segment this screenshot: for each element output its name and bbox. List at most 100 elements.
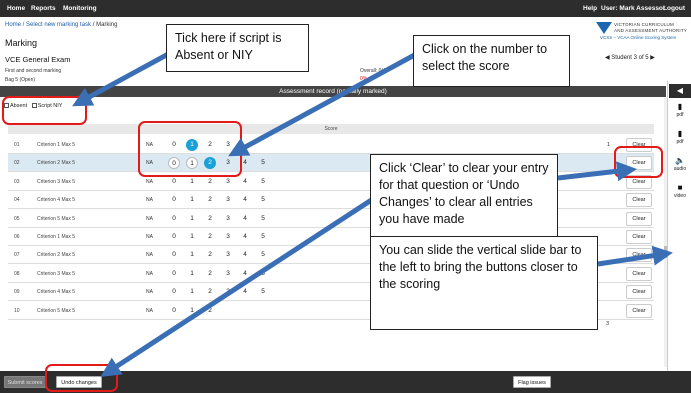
score-option[interactable]: 5 bbox=[257, 249, 269, 261]
nav-reports[interactable]: Reports bbox=[31, 5, 56, 12]
score-highlight bbox=[138, 121, 242, 177]
score-option[interactable]: 0 bbox=[168, 249, 180, 261]
callout-slide: You can slide the vertical slide bar to … bbox=[370, 236, 598, 330]
score-option[interactable]: 1 bbox=[186, 194, 198, 206]
pdf-link-1[interactable]: ▮ pdf bbox=[668, 102, 691, 118]
score-option[interactable]: 4 bbox=[239, 176, 251, 188]
score-option[interactable]: 5 bbox=[257, 286, 269, 298]
callout-absent: Tick here if script is Absent or NIY bbox=[166, 24, 309, 72]
clear-button[interactable]: Clear bbox=[626, 193, 652, 208]
score-option[interactable]: 3 bbox=[222, 268, 234, 280]
score-option[interactable]: 2 bbox=[204, 249, 216, 261]
score-option[interactable]: 5 bbox=[257, 268, 269, 280]
video-label: video bbox=[674, 193, 686, 199]
score-option[interactable]: 4 bbox=[239, 249, 251, 261]
clear-button[interactable]: Clear bbox=[626, 248, 652, 263]
clear-button[interactable]: Clear bbox=[626, 211, 652, 226]
score-option[interactable]: 5 bbox=[257, 176, 269, 188]
na-option[interactable]: NA bbox=[146, 271, 153, 277]
score-option[interactable]: 0 bbox=[168, 213, 180, 225]
score-option[interactable]: 3 bbox=[222, 213, 234, 225]
bag-label: Bag 5 (Open) bbox=[5, 77, 36, 83]
pdf-link-2[interactable]: ▮ pdf bbox=[668, 129, 691, 145]
score-option[interactable]: 0 bbox=[168, 305, 180, 317]
score-option[interactable]: 5 bbox=[257, 194, 269, 206]
score-option[interactable]: 3 bbox=[222, 231, 234, 243]
document-icon: ▮ bbox=[677, 129, 683, 138]
na-option[interactable]: NA bbox=[146, 308, 153, 314]
score-option[interactable]: 5 bbox=[257, 157, 269, 169]
score-option[interactable]: 0 bbox=[168, 194, 180, 206]
pdf-label: pdf bbox=[676, 139, 684, 145]
na-option[interactable]: NA bbox=[146, 197, 153, 203]
na-option[interactable]: NA bbox=[146, 234, 153, 240]
score-option[interactable]: 0 bbox=[168, 286, 180, 298]
nav-logout[interactable]: Logout bbox=[663, 5, 685, 12]
row-index: 01 bbox=[14, 142, 20, 148]
callout-clear: Click ‘Clear’ to clear your entry for th… bbox=[370, 154, 558, 242]
breadcrumb-select-task[interactable]: Select new marking task bbox=[26, 22, 91, 28]
na-option[interactable]: NA bbox=[146, 252, 153, 258]
page-number: 3 bbox=[606, 321, 610, 327]
na-option[interactable]: NA bbox=[146, 289, 153, 295]
nav-help[interactable]: Help bbox=[583, 5, 597, 12]
score-option[interactable]: 0 bbox=[168, 176, 180, 188]
student-navigator[interactable]: ◀ Student 3 of 5 ▶ bbox=[605, 54, 655, 61]
score-option[interactable]: 1 bbox=[186, 213, 198, 225]
audio-label: audio bbox=[673, 166, 687, 172]
na-option[interactable]: NA bbox=[146, 179, 153, 185]
collapse-panel-button[interactable]: ◀ bbox=[669, 84, 691, 98]
clear-button[interactable]: Clear bbox=[626, 266, 652, 281]
audio-link[interactable]: 🔈 audio bbox=[668, 156, 691, 172]
score-option[interactable]: 2 bbox=[204, 194, 216, 206]
score-option[interactable]: 2 bbox=[204, 213, 216, 225]
score-option[interactable]: 1 bbox=[186, 249, 198, 261]
score-option[interactable]: 4 bbox=[239, 213, 251, 225]
submit-scores-button[interactable]: Submit scores bbox=[4, 376, 46, 388]
score-option[interactable]: 1 bbox=[186, 176, 198, 188]
assessment-record-bar: Assessment record (partially marked) bbox=[0, 86, 666, 97]
score-option[interactable]: 1 bbox=[186, 231, 198, 243]
video-link[interactable]: ■ video bbox=[668, 183, 691, 199]
score-option[interactable]: 0 bbox=[168, 268, 180, 280]
score-option[interactable]: 3 bbox=[222, 286, 234, 298]
clear-button[interactable]: Clear bbox=[626, 230, 652, 244]
nav-home[interactable]: Home bbox=[7, 5, 25, 12]
score-option[interactable]: 0 bbox=[168, 231, 180, 243]
criterion-label: Criterion 2 Max 5 bbox=[37, 252, 76, 259]
speaker-icon: 🔈 bbox=[675, 156, 685, 165]
score-option[interactable]: 3 bbox=[222, 249, 234, 261]
score-option[interactable]: 2 bbox=[204, 176, 216, 188]
score-option[interactable]: 2 bbox=[204, 268, 216, 280]
score-option[interactable]: 4 bbox=[239, 231, 251, 243]
row-index: 06 bbox=[14, 234, 20, 240]
score-option[interactable]: 4 bbox=[239, 286, 251, 298]
score-option[interactable]: 2 bbox=[204, 305, 216, 317]
score-option[interactable]: 3 bbox=[222, 176, 234, 188]
clear-button[interactable]: Clear bbox=[626, 285, 652, 300]
user-label: User: Mark Assessor bbox=[601, 5, 666, 12]
absent-highlight bbox=[2, 96, 87, 125]
row-index: 08 bbox=[14, 270, 20, 277]
score-option[interactable]: 1 bbox=[186, 268, 198, 280]
score-option[interactable]: 2 bbox=[204, 231, 216, 243]
marking-type: First and second marking bbox=[5, 68, 62, 74]
video-camera-icon: ■ bbox=[677, 183, 683, 192]
score-option[interactable]: 1 bbox=[186, 305, 198, 317]
score-option[interactable]: 4 bbox=[239, 268, 251, 280]
nav-monitoring[interactable]: Monitoring bbox=[63, 5, 97, 12]
score-option[interactable]: 4 bbox=[239, 194, 251, 206]
breadcrumb-home[interactable]: Home bbox=[5, 22, 21, 28]
score-option[interactable]: 5 bbox=[257, 231, 269, 243]
row-total: 1 bbox=[607, 142, 610, 148]
score-option[interactable]: 3 bbox=[222, 194, 234, 206]
na-option[interactable]: NA bbox=[146, 216, 153, 222]
vcaa-logo: VICTORIAN CURRICULUM AND ASSESSMENT AUTH… bbox=[592, 20, 688, 44]
overall-score: Overall: 0/40 bbox=[360, 68, 389, 74]
undo-highlight bbox=[45, 364, 118, 392]
score-option[interactable]: 1 bbox=[186, 286, 198, 298]
clear-button[interactable]: Clear bbox=[626, 303, 652, 318]
score-option[interactable]: 5 bbox=[257, 213, 269, 225]
flag-issues-button[interactable]: Flag issues bbox=[513, 376, 551, 388]
score-option[interactable]: 2 bbox=[204, 286, 216, 298]
